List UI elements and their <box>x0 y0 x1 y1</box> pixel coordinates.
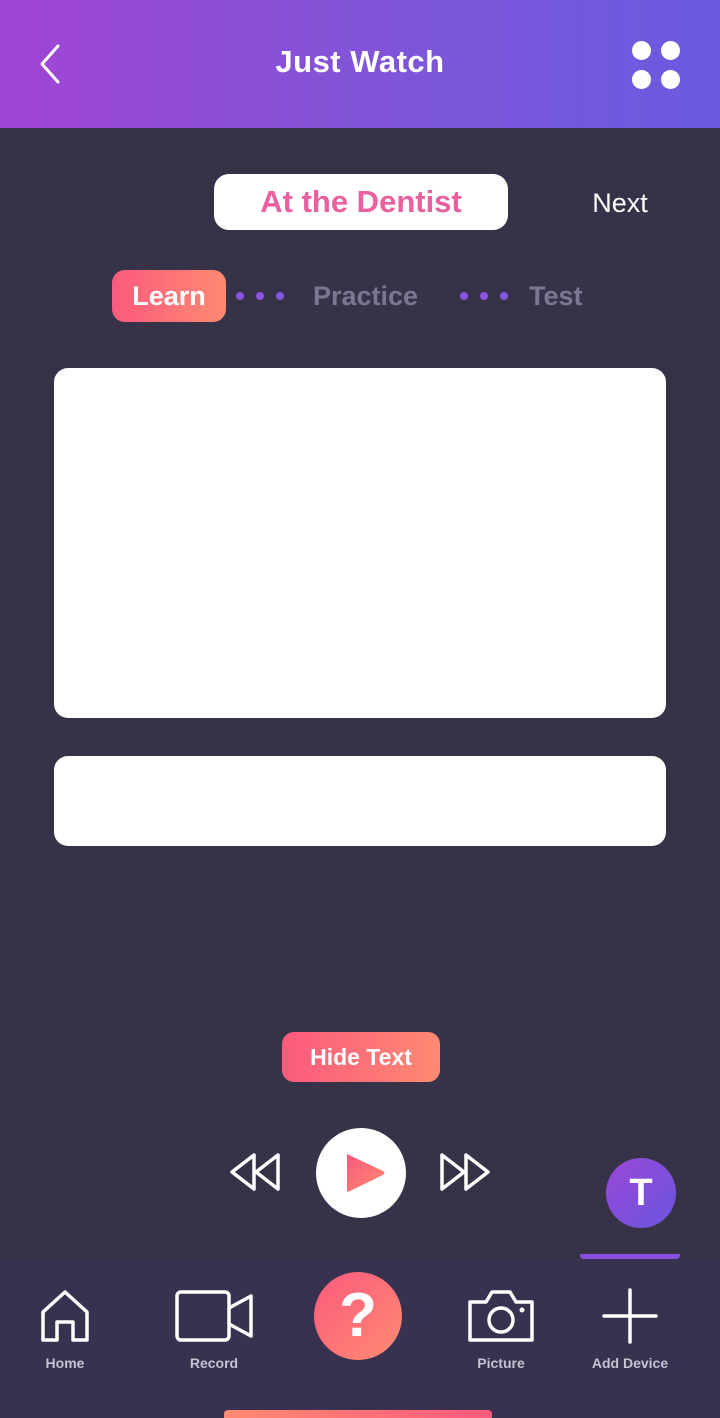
step-dot <box>256 292 264 300</box>
lesson-topic-title: At the Dentist <box>214 174 508 230</box>
tab-picture[interactable]: Picture <box>446 1282 556 1382</box>
step-dot <box>276 292 284 300</box>
tab-record[interactable]: Record <box>159 1282 269 1382</box>
step-test[interactable]: Test <box>529 270 583 322</box>
fast-forward-icon <box>440 1153 490 1191</box>
video-camera-icon <box>175 1290 253 1342</box>
plus-icon <box>602 1288 658 1344</box>
page-title: Just Watch <box>275 44 445 79</box>
active-indicator <box>580 1254 680 1259</box>
header: Just Watch <box>0 0 720 128</box>
tab-add-device[interactable]: Add Device <box>575 1282 685 1382</box>
step-dot <box>460 292 468 300</box>
home-icon <box>41 1290 89 1342</box>
rewind-button[interactable] <box>226 1150 284 1194</box>
step-learn[interactable]: Learn <box>112 270 226 322</box>
video-area[interactable] <box>54 368 666 718</box>
step-dot <box>236 292 244 300</box>
camera-icon <box>468 1290 534 1342</box>
hide-text-button[interactable]: Hide Text <box>282 1032 440 1082</box>
tab-record-label: Record <box>189 1355 239 1371</box>
grid-menu-button[interactable] <box>628 38 684 92</box>
play-button[interactable] <box>316 1128 406 1218</box>
step-indicator: Learn Practice Test <box>0 270 720 322</box>
tab-home-label: Home <box>45 1355 85 1371</box>
avatar[interactable]: T <box>606 1158 676 1228</box>
play-icon <box>347 1154 385 1192</box>
tab-picture-label: Picture <box>477 1355 525 1371</box>
question-icon: ? <box>339 1281 377 1350</box>
next-button[interactable]: Next <box>568 180 672 226</box>
help-button[interactable]: ? <box>314 1272 402 1360</box>
step-dot <box>480 292 488 300</box>
rewind-icon <box>230 1153 280 1191</box>
caption-area <box>54 756 666 846</box>
tab-add-device-label: Add Device <box>591 1355 669 1371</box>
step-practice[interactable]: Practice <box>313 270 418 322</box>
tab-home[interactable]: Home <box>10 1282 120 1382</box>
step-dot <box>500 292 508 300</box>
home-indicator <box>224 1410 492 1418</box>
fast-forward-button[interactable] <box>436 1150 494 1194</box>
grid-icon <box>632 41 651 60</box>
